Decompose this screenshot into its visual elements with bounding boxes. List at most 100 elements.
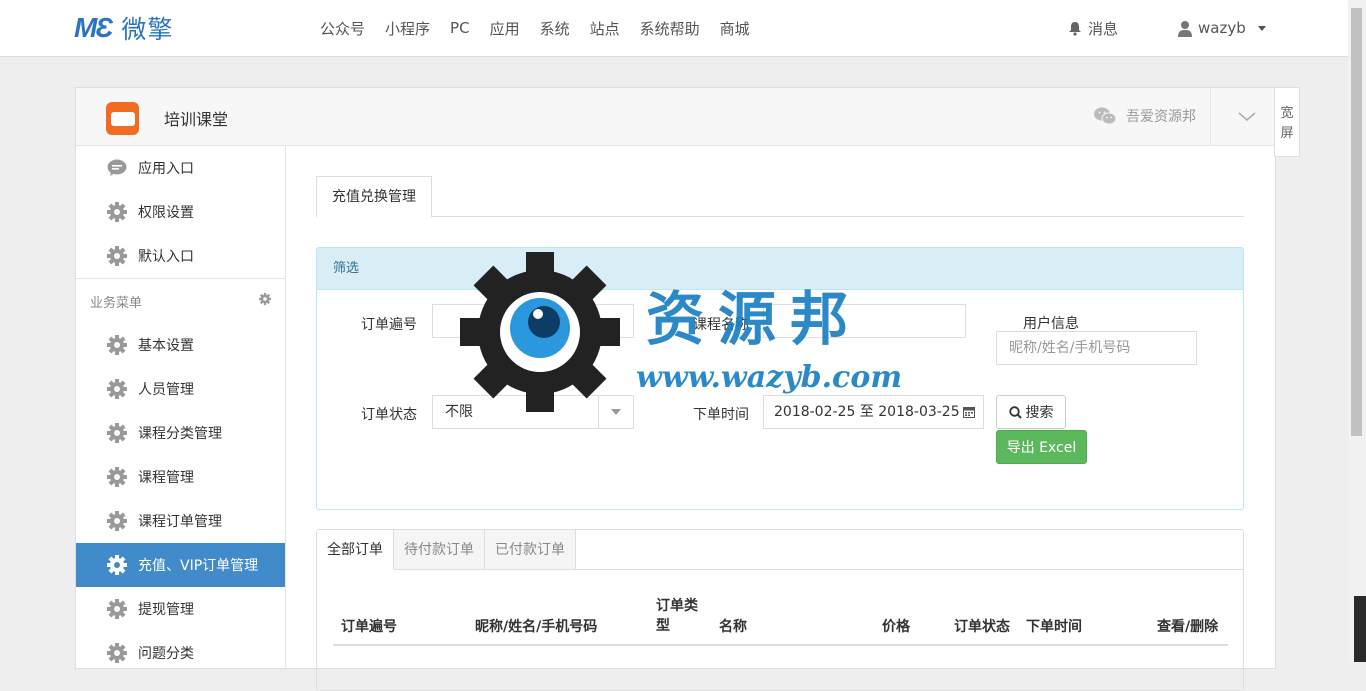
main-nav: 公众号 小程序 PC 应用 系统 站点 系统帮助 商城 (310, 0, 760, 56)
logo-text: 微擎 (121, 15, 174, 44)
divider (1210, 88, 1211, 145)
tab-paid-orders[interactable]: 已付款订单 (485, 530, 576, 570)
column-header: 订单遍号 (341, 619, 397, 635)
sidebar-item-staff[interactable]: 人员管理 (76, 367, 285, 411)
user-icon (1178, 20, 1192, 37)
search-icon (1008, 405, 1022, 419)
sidebar-item-withdrawals[interactable]: 提现管理 (76, 587, 285, 631)
app-title: 培训课堂 (164, 110, 229, 129)
column-header: 订单状态 (954, 619, 1010, 635)
column-header: 价格 (882, 619, 910, 635)
tab-recharge-exchange[interactable]: 充值兑换管理 (316, 176, 432, 218)
sidebar-item-label: 课程管理 (138, 470, 194, 486)
bell-icon (1069, 21, 1081, 36)
search-button-label: 搜索 (1025, 405, 1054, 421)
sidebar: 应用入口 权限设置 默认入口 业务菜单 基本设置 人员管理 课程分类管理 课程管… (76, 146, 286, 668)
user-menu[interactable]: wazyb (1178, 0, 1266, 56)
side-widget (1354, 596, 1366, 662)
nav-item-system[interactable]: 系统 (540, 18, 570, 39)
date-range-input[interactable]: 2018-02-25 至 2018-03-25 (763, 395, 984, 429)
date-range-value: 2018-02-25 至 2018-03-25 (774, 404, 960, 420)
status-value: 不限 (445, 404, 473, 420)
column-header: 查看/删除 (1157, 619, 1219, 635)
sidebar-item-app-entry[interactable]: 应用入口 (76, 146, 285, 190)
order-no-label: 订单遍号 (361, 317, 417, 333)
time-label: 下单时间 (693, 407, 749, 423)
vertical-scrollbar[interactable] (1348, 0, 1366, 662)
column-header: 名称 (719, 619, 747, 635)
course-name-input[interactable] (763, 304, 966, 338)
course-name-label: 课程名称 (693, 317, 749, 333)
sidebar-item-label: 默认入口 (138, 249, 194, 265)
account-switcher[interactable]: 吾爱资源邦 (1094, 106, 1196, 126)
main-panel: 培训课堂 吾爱资源邦 应用入口 权限设置 默认入口 业务菜单 基本设置 人员管理… (75, 87, 1276, 691)
orders-panel: 全部订单 待付款订单 已付款订单 订单遍号 昵称/姓名/手机号码 订单类型 名称… (316, 529, 1244, 691)
messages-label: 消息 (1088, 19, 1119, 38)
orders-table-header: 订单遍号 昵称/姓名/手机号码 订单类型 名称 价格 订单状态 下单时间 查看/… (333, 594, 1228, 646)
sidebar-item-course-categories[interactable]: 课程分类管理 (76, 411, 285, 455)
order-tabs: 全部订单 待付款订单 已付款订单 (317, 530, 576, 570)
nav-item-official-account[interactable]: 公众号 (320, 18, 365, 39)
filter-panel: 筛选 订单遍号 课程名称 用户信息 昵称/姓名/手机号码 订单状态 不限 下单时… (316, 247, 1244, 510)
sidebar-item-courses[interactable]: 课程管理 (76, 455, 285, 499)
sidebar-item-label: 充值、VIP订单管理 (138, 558, 259, 574)
wechat-icon (1094, 107, 1116, 125)
gear-icon (106, 423, 128, 443)
comment-icon (106, 159, 128, 177)
messages-link[interactable]: 消息 (1068, 0, 1118, 56)
gear-icon (106, 246, 128, 266)
sidebar-item-basic-settings[interactable]: 基本设置 (76, 323, 285, 367)
scrollbar-thumb[interactable] (1351, 8, 1362, 436)
calendar-icon (963, 407, 975, 418)
column-header: 昵称/姓名/手机号码 (475, 619, 598, 635)
caret-down-icon (1257, 25, 1266, 31)
settings-icon[interactable] (259, 293, 271, 309)
sidebar-item-recharge-vip-orders[interactable]: 充值、VIP订单管理 (76, 543, 285, 587)
gear-icon (106, 643, 128, 663)
sidebar-item-question-categories[interactable]: 问题分类 (76, 631, 285, 675)
section-title: 业务菜单 (90, 295, 143, 311)
column-header: 订单类型 (656, 598, 698, 634)
logo-mark: MƐ (74, 12, 113, 43)
tab-all-orders[interactable]: 全部订单 (317, 530, 394, 570)
dropdown-arrow-icon (598, 396, 633, 428)
gear-icon (106, 467, 128, 487)
sidebar-item-default-entry[interactable]: 默认入口 (76, 234, 285, 278)
panel-header: 培训课堂 吾爱资源邦 (76, 88, 1275, 146)
status-select[interactable]: 不限 (432, 395, 634, 429)
top-navbar: MƐ 微擎 公众号 小程序 PC 应用 系统 站点 系统帮助 商城 消息 waz… (0, 0, 1348, 57)
nav-item-store[interactable]: 商城 (720, 18, 750, 39)
export-excel-button[interactable]: 导出 Excel (996, 430, 1087, 464)
user-info-input[interactable]: 昵称/姓名/手机号码 (996, 331, 1197, 365)
sidebar-item-label: 课程分类管理 (138, 426, 222, 442)
widescreen-toggle[interactable]: 宽屏 (1274, 87, 1300, 157)
filter-title: 筛选 (317, 248, 1243, 290)
nav-item-help[interactable]: 系统帮助 (640, 18, 700, 39)
nav-item-apps[interactable]: 应用 (490, 18, 520, 39)
gear-icon (106, 202, 128, 222)
column-header: 下单时间 (1026, 619, 1082, 635)
status-label: 订单状态 (361, 407, 417, 423)
gear-icon (106, 335, 128, 355)
account-name: 吾爱资源邦 (1126, 109, 1196, 125)
sidebar-item-permissions[interactable]: 权限设置 (76, 190, 285, 234)
sidebar-item-label: 基本设置 (138, 338, 194, 354)
sidebar-item-label: 课程订单管理 (138, 514, 222, 530)
chevron-down-icon[interactable] (1238, 106, 1256, 126)
sidebar-item-label: 问题分类 (138, 646, 194, 662)
username: wazyb (1198, 19, 1246, 37)
user-info-label: 用户信息 (1023, 316, 1079, 332)
sidebar-item-label: 人员管理 (138, 382, 194, 398)
nav-item-site[interactable]: 站点 (590, 18, 620, 39)
sidebar-item-label: 应用入口 (138, 161, 194, 177)
divider (574, 569, 1243, 570)
tab-pending-orders[interactable]: 待付款订单 (394, 530, 485, 570)
nav-item-mini-program[interactable]: 小程序 (385, 18, 430, 39)
order-no-input[interactable] (432, 304, 634, 338)
gear-icon (106, 511, 128, 531)
nav-item-pc[interactable]: PC (450, 19, 470, 37)
sidebar-item-label: 提现管理 (138, 602, 194, 618)
search-button[interactable]: 搜索 (996, 395, 1066, 429)
logo[interactable]: MƐ 微擎 (74, 12, 173, 44)
sidebar-item-course-orders[interactable]: 课程订单管理 (76, 499, 285, 543)
